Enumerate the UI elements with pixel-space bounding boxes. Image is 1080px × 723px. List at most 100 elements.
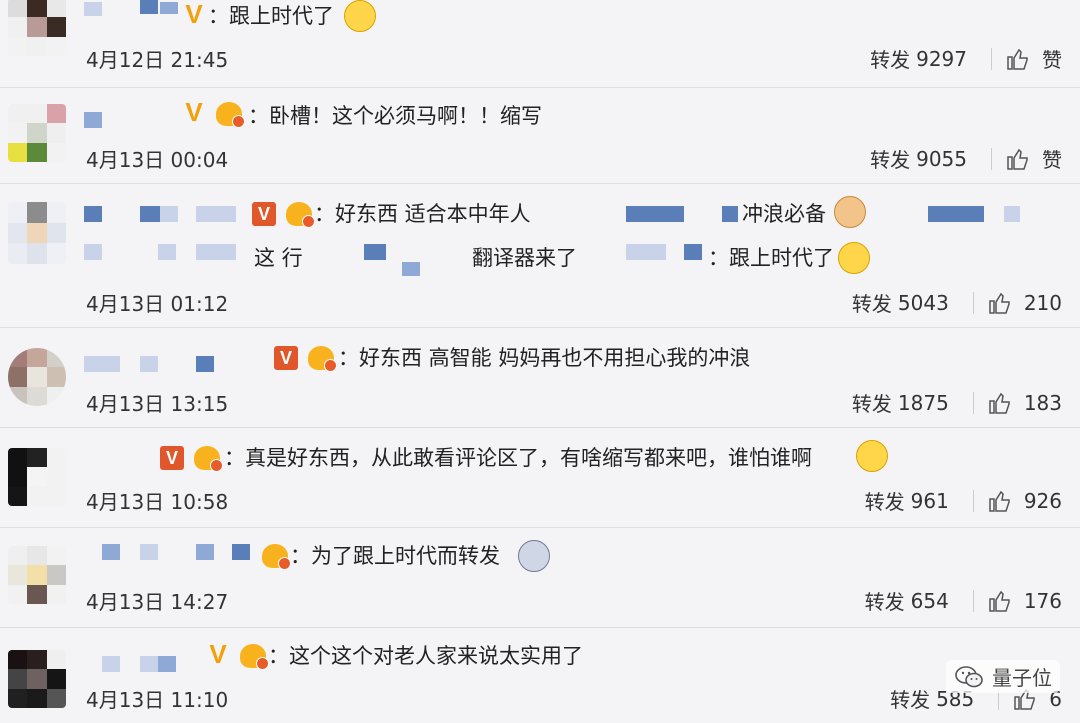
avatar[interactable] (8, 348, 66, 406)
comment-date: 4月13日 11:10 (86, 688, 229, 712)
comment-text: ：跟上时代了 (208, 4, 334, 28)
blurred-username[interactable] (140, 656, 158, 672)
vip-badge-icon: V (274, 346, 298, 370)
blurred-username[interactable] (140, 206, 160, 222)
divider (972, 291, 974, 314)
comment-stats: 转发 5043 210 (852, 288, 1062, 317)
blurred-mention[interactable] (158, 244, 176, 260)
repost-count[interactable]: 9297 (916, 47, 967, 71)
like-count[interactable]: 926 (1024, 489, 1062, 513)
emoji-icon (518, 540, 550, 572)
repost-label[interactable]: 转发 (870, 144, 910, 173)
avatar[interactable] (8, 650, 66, 708)
comment-date: 4月13日 00:04 (86, 148, 229, 172)
repost-label[interactable]: 转发 (865, 486, 905, 515)
crown-badge-icon (240, 644, 269, 670)
comment-text: ：好东西 适合本中年人 (314, 202, 531, 226)
repost-count[interactable]: 654 (911, 589, 949, 613)
comment-date: 4月12日 21:45 (86, 48, 229, 72)
blurred-username[interactable] (196, 356, 214, 372)
repost-count[interactable]: 5043 (898, 291, 949, 315)
avatar[interactable] (8, 546, 66, 604)
comment-stats: 转发 9055 赞 (870, 144, 1062, 173)
blurred-username[interactable] (84, 112, 102, 128)
blurred-username[interactable] (160, 206, 178, 222)
avatar[interactable] (8, 104, 66, 162)
blurred-username[interactable] (102, 544, 120, 560)
blurred-mention[interactable] (684, 244, 702, 260)
divider (972, 589, 974, 612)
like-count[interactable]: 赞 (1042, 44, 1062, 73)
comment-stats: 转发 9297 赞 (870, 44, 1062, 73)
crown-badge-icon (262, 544, 291, 570)
comment-text: ：好东西 高智能 妈妈再也不用担心我的冲浪 (338, 346, 751, 370)
blurred-mention[interactable] (626, 206, 684, 222)
like-thumb-icon[interactable] (988, 589, 1012, 613)
like-thumb-icon[interactable] (988, 391, 1012, 415)
emoji-icon (834, 196, 866, 228)
like-count[interactable]: 210 (1024, 291, 1062, 315)
repost-label[interactable]: 转发 (890, 684, 930, 713)
blurred-username[interactable] (84, 356, 120, 372)
like-thumb-icon[interactable] (988, 291, 1012, 315)
blurred-username[interactable] (196, 544, 214, 560)
comment-stats: 转发 1875 183 (852, 388, 1062, 417)
divider (991, 147, 992, 170)
blurred-username[interactable] (140, 356, 158, 372)
repost-count[interactable]: 1875 (898, 391, 949, 415)
repost-label[interactable]: 转发 (870, 44, 910, 73)
comment-item: V ：好东西 高智能 妈妈再也不用担心我的冲浪 4月13日 13:15 转发 1… (0, 328, 1080, 428)
like-count[interactable]: 赞 (1042, 144, 1062, 173)
wechat-icon (955, 665, 983, 687)
emoji-icon (344, 0, 376, 32)
avatar[interactable] (8, 202, 66, 264)
comment-text: ：卧槽！这个必须马啊！！缩写 (248, 104, 542, 128)
repost-label[interactable]: 转发 (865, 586, 905, 615)
avatar[interactable] (8, 448, 66, 506)
like-count[interactable]: 183 (1024, 391, 1062, 415)
avatar[interactable] (8, 0, 66, 56)
blurred-username[interactable] (160, 2, 178, 14)
like-count[interactable]: 176 (1024, 589, 1062, 613)
blurred-mention[interactable] (84, 244, 102, 260)
vip-badge-icon: V (185, 97, 203, 127)
blurred-username[interactable] (102, 656, 120, 672)
blurred-mention[interactable] (626, 244, 666, 260)
blurred-username[interactable] (196, 206, 236, 222)
repost-label[interactable]: 转发 (852, 288, 892, 317)
blurred-username[interactable] (232, 544, 250, 560)
comment-stats: 转发 654 176 (865, 586, 1062, 615)
comment-text: ：为了跟上时代而转发 (290, 544, 500, 568)
vip-badge-icon: V (185, 0, 203, 29)
watermark: 量子位 (946, 660, 1060, 693)
comment-item: ：为了跟上时代而转发 4月13日 14:27 转发 654 176 (0, 528, 1080, 628)
blurred-username[interactable] (158, 656, 176, 672)
comment-text-line2b: 翻译器来了 (472, 246, 577, 270)
blurred-username[interactable] (84, 2, 102, 16)
repost-count[interactable]: 961 (911, 489, 949, 513)
like-thumb-icon[interactable] (988, 489, 1012, 513)
blurred-username[interactable] (140, 544, 158, 560)
repost-count[interactable]: 9055 (916, 147, 967, 171)
comment-date: 4月13日 14:27 (86, 590, 229, 614)
blurred-mention[interactable] (402, 262, 420, 276)
blurred-mention[interactable] (722, 206, 738, 222)
repost-label[interactable]: 转发 (852, 388, 892, 417)
blurred-username[interactable] (84, 206, 102, 222)
blurred-mention[interactable] (1004, 206, 1020, 222)
like-thumb-icon[interactable] (1006, 47, 1030, 71)
blurred-username[interactable] (140, 0, 158, 14)
comment-item: V ：跟上时代了 4月12日 21:45 转发 9297 赞 (0, 0, 1080, 88)
comment-item: V ：卧槽！这个必须马啊！！缩写 4月13日 00:04 转发 9055 赞 (0, 88, 1080, 184)
emoji-icon (838, 242, 870, 274)
like-thumb-icon[interactable] (1006, 147, 1030, 171)
watermark-label: 量子位 (992, 666, 1052, 690)
blurred-mention[interactable] (196, 244, 236, 260)
blurred-mention[interactable] (364, 244, 386, 260)
vip-badge-icon: V (209, 639, 227, 669)
vip-badge-icon: V (160, 446, 184, 470)
blurred-mention[interactable] (928, 206, 984, 222)
comment-item: V ：好东西 适合本中年人 冲浪必备 这 行 翻译器来了 ：跟上时代了 4月13… (0, 184, 1080, 328)
comment-text: ：真是好东西，从此敢看评论区了，有啥缩写都来吧，谁怕谁啊 (224, 446, 812, 470)
comment-date: 4月13日 13:15 (86, 392, 229, 416)
